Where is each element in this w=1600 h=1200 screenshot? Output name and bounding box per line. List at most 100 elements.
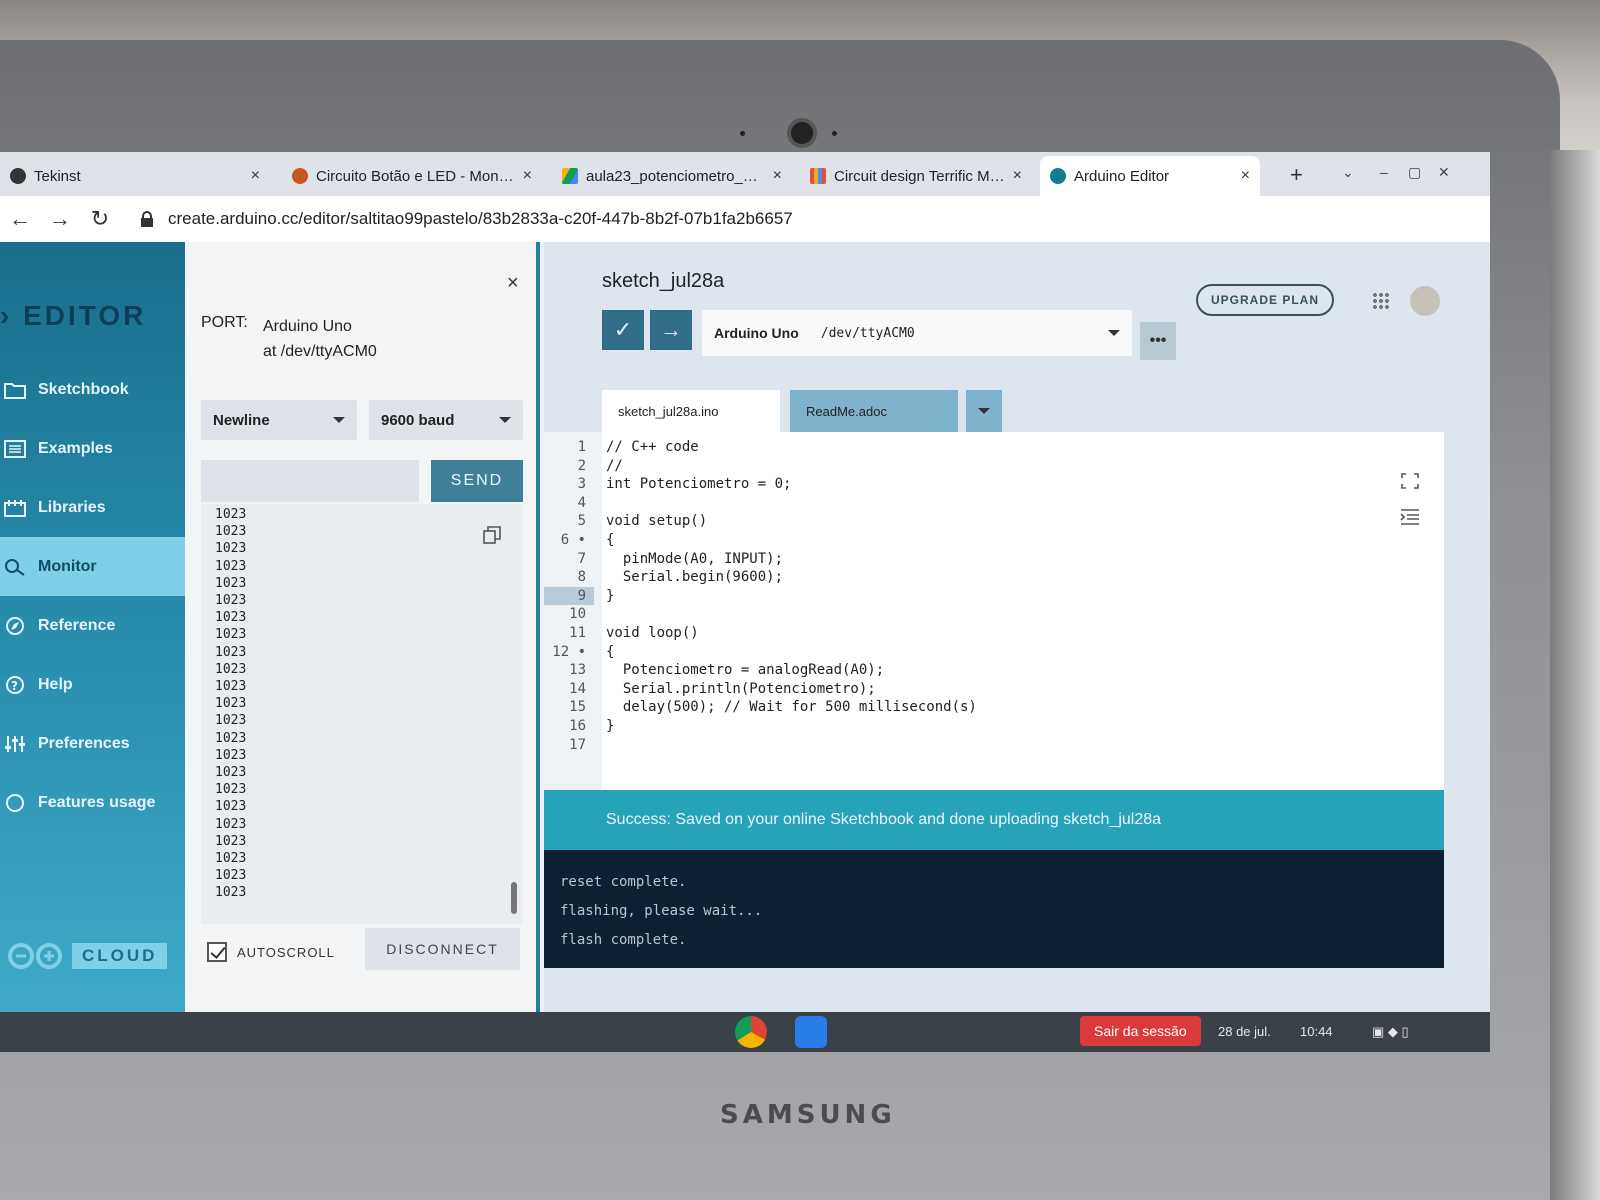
chevron-down-icon	[333, 417, 345, 423]
code-text[interactable]: delay(500); // Wait for 500 millisecond(…	[594, 698, 977, 717]
close-monitor-icon[interactable]: ×	[507, 272, 519, 295]
copy-icon[interactable]	[483, 526, 501, 544]
code-text[interactable]: // C++ code	[594, 438, 699, 457]
chrome-icon[interactable]	[735, 1016, 767, 1048]
code-text[interactable]: {	[594, 531, 614, 550]
code-line[interactable]: 6 • {	[544, 531, 1444, 550]
url-text[interactable]: create.arduino.cc/editor/saltitao99paste…	[168, 209, 793, 229]
sidebar-item-monitor[interactable]: Monitor	[0, 537, 185, 596]
code-line[interactable]: 1 // C++ code	[544, 438, 1444, 457]
code-text[interactable]: Serial.begin(9600);	[594, 568, 783, 587]
sketch-title[interactable]: sketch_jul28a	[602, 270, 724, 293]
close-tab-icon[interactable]: ×	[1241, 167, 1250, 185]
board-selector[interactable]: Arduino Uno /dev/ttyACM0	[702, 310, 1132, 356]
upload-button[interactable]: →	[650, 310, 692, 350]
code-line[interactable]: 3 int Potenciometro = 0;	[544, 475, 1444, 494]
code-lines[interactable]: 1// C++ code 2//3 int Potenciometro = 0; 4 5…	[544, 438, 1444, 754]
monitor-scrollbar[interactable]	[511, 882, 517, 914]
code-text[interactable]: }	[594, 587, 614, 606]
code-text[interactable]: void loop()	[594, 624, 699, 643]
serial-output[interactable]: 1023 1023 1023 1023 1023 1023 1023 1023 1023 1023…	[201, 504, 523, 924]
code-text[interactable]: int Potenciometro = 0;	[594, 475, 791, 494]
tray-date[interactable]: 28 de jul.	[1218, 1024, 1271, 1039]
port-board: Arduino Uno	[263, 318, 352, 335]
code-text[interactable]: //	[594, 457, 623, 476]
code-line[interactable]: 15 delay(500); // Wait for 500 milliseco…	[544, 698, 1444, 717]
line-number: 10	[569, 606, 586, 623]
indent-icon[interactable]	[1400, 508, 1420, 526]
tab-title: Circuit design Terrific Migelo |	[834, 167, 1005, 185]
sidebar-item-help[interactable]: ? Help	[0, 655, 185, 714]
code-editor[interactable]: 1// C++ code 2//3 int Potenciometro = 0; 4 5…	[544, 432, 1444, 792]
fullscreen-icon[interactable]	[1400, 472, 1420, 490]
autoscroll-checkbox[interactable]	[207, 942, 227, 962]
code-line[interactable]: 17	[544, 736, 1444, 755]
close-tab-icon[interactable]: ×	[251, 167, 260, 185]
files-icon[interactable]	[795, 1016, 827, 1048]
sidebar-item-sketchbook[interactable]: Sketchbook	[0, 360, 185, 419]
file-tab-ino[interactable]: sketch_jul28a.ino	[602, 390, 780, 432]
code-text[interactable]: Potenciometro = analogRead(A0);	[594, 661, 884, 680]
new-tab-button[interactable]: +	[1290, 162, 1303, 188]
code-text[interactable]	[594, 605, 606, 624]
baud-rate-select[interactable]: 9600 baud	[369, 400, 523, 440]
autoscroll-toggle[interactable]: AUTOSCROLL	[207, 942, 335, 962]
sidebar-item-preferences[interactable]: Preferences	[0, 714, 185, 773]
forward-icon[interactable]: →	[40, 206, 80, 232]
code-line[interactable]: 14 Serial.println(Potenciometro);	[544, 680, 1444, 699]
sidebar-item-libraries[interactable]: Libraries	[0, 478, 185, 537]
restore-icon[interactable]: ▢	[1408, 164, 1421, 181]
sidebar-item-features-usage[interactable]: Features usage	[0, 773, 185, 832]
apps-grid-icon[interactable]	[1372, 292, 1390, 310]
close-tab-icon[interactable]: ×	[523, 167, 532, 185]
serial-send-input[interactable]	[201, 460, 419, 502]
reload-icon[interactable]: ↻	[80, 206, 120, 232]
code-text[interactable]: void setup()	[594, 512, 707, 531]
code-text[interactable]	[594, 494, 606, 513]
browser-tab[interactable]: Tekinst ×	[0, 156, 270, 196]
window-close-icon[interactable]: ✕	[1438, 164, 1450, 181]
tray-status-icons[interactable]: ▣ ◆ ▯	[1372, 1024, 1409, 1040]
avatar[interactable]	[1410, 286, 1440, 316]
code-line[interactable]: 13 Potenciometro = analogRead(A0);	[544, 661, 1444, 680]
code-line[interactable]: 4	[544, 494, 1444, 513]
line-ending-select[interactable]: Newline	[201, 400, 357, 440]
browser-tab[interactable]: aula23_potenciometro_m1.pd ×	[552, 156, 792, 196]
tray-time[interactable]: 10:44	[1300, 1024, 1333, 1039]
verify-button[interactable]: ✓	[602, 310, 644, 350]
sidebar-item-examples[interactable]: Examples	[0, 419, 185, 478]
drive-icon	[562, 168, 578, 184]
code-text[interactable]: pinMode(A0, INPUT);	[594, 550, 783, 569]
send-button[interactable]: SEND	[431, 460, 523, 502]
code-line[interactable]: 8 Serial.begin(9600);	[544, 568, 1444, 587]
logout-button[interactable]: Sair da sessão	[1080, 1016, 1201, 1046]
code-line[interactable]: 2 //	[544, 457, 1444, 476]
upgrade-plan-button[interactable]: UPGRADE PLAN	[1196, 284, 1334, 316]
minimize-icon[interactable]: –	[1380, 164, 1388, 180]
code-line[interactable]: 12 • {	[544, 643, 1444, 662]
more-options-button[interactable]: •••	[1140, 322, 1176, 360]
code-text[interactable]	[594, 736, 606, 755]
browser-tab[interactable]: Circuito Botão e LED - Montag ×	[282, 156, 542, 196]
lock-icon[interactable]	[140, 211, 154, 227]
code-text[interactable]: Serial.println(Potenciometro);	[594, 680, 876, 699]
tab-search-icon[interactable]: ⌄	[1342, 164, 1354, 181]
sidebar-item-reference[interactable]: Reference	[0, 596, 185, 655]
code-line[interactable]: 16}	[544, 717, 1444, 736]
code-line[interactable]: 7 pinMode(A0, INPUT);	[544, 550, 1444, 569]
code-line[interactable]: 11 void loop()	[544, 624, 1444, 643]
close-tab-icon[interactable]: ×	[1013, 167, 1022, 185]
code-line[interactable]: 9}	[544, 586, 1444, 606]
code-line[interactable]: 10	[544, 605, 1444, 624]
close-tab-icon[interactable]: ×	[773, 167, 782, 185]
file-tabs-menu-button[interactable]	[966, 390, 1002, 432]
browser-tab[interactable]: Circuit design Terrific Migelo | ×	[800, 156, 1032, 196]
disconnect-button[interactable]: DISCONNECT	[365, 928, 520, 970]
back-icon[interactable]: ←	[0, 206, 40, 232]
arduino-cloud-logo[interactable]: CLOUD	[6, 942, 168, 970]
code-line[interactable]: 5 void setup()	[544, 512, 1444, 531]
code-text[interactable]: {	[594, 643, 614, 662]
file-tab-readme[interactable]: ReadMe.adoc	[790, 390, 958, 432]
browser-tab-active[interactable]: Arduino Editor ×	[1040, 156, 1260, 196]
code-text[interactable]: }	[594, 717, 614, 736]
